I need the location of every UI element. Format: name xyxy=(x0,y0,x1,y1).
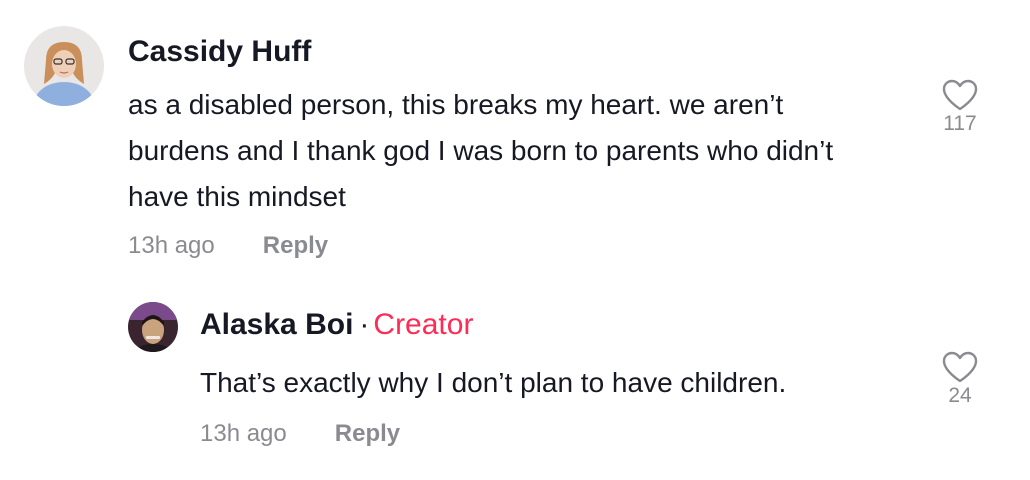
comment-text: as a disabled person, this breaks my hea… xyxy=(128,89,834,212)
like-count: 117 xyxy=(943,112,977,135)
avatar[interactable] xyxy=(128,302,178,352)
like-button[interactable]: 24 xyxy=(930,350,990,408)
separator-dot: · xyxy=(359,308,370,341)
like-button[interactable]: 117 xyxy=(930,78,990,136)
reply-timestamp: 13h ago xyxy=(200,420,287,447)
comment-meta: 13h ago Reply xyxy=(128,232,328,260)
reply-author[interactable]: Alaska Boi xyxy=(200,308,353,341)
reply-button[interactable]: Reply xyxy=(263,232,328,259)
reply-item: Alaska Boi · Creator That’s exactly why I … xyxy=(0,290,1030,480)
heart-outline-icon xyxy=(942,79,978,111)
comment-timestamp: 13h ago xyxy=(128,232,215,259)
like-count: 24 xyxy=(948,384,972,407)
heart-outline-icon xyxy=(942,351,978,383)
reply-button[interactable]: Reply xyxy=(335,420,400,447)
creator-badge: Creator xyxy=(373,308,474,341)
avatar[interactable] xyxy=(24,26,104,106)
reply-meta: 13h ago Reply xyxy=(200,420,400,448)
reply-author-line: Alaska Boi · Creator xyxy=(200,308,473,342)
comment-item: Cassidy Huff as a disabled person, this … xyxy=(0,0,1030,290)
comment-author[interactable]: Cassidy Huff xyxy=(128,35,311,69)
reply-text: That’s exactly why I don’t plan to have … xyxy=(200,367,787,398)
